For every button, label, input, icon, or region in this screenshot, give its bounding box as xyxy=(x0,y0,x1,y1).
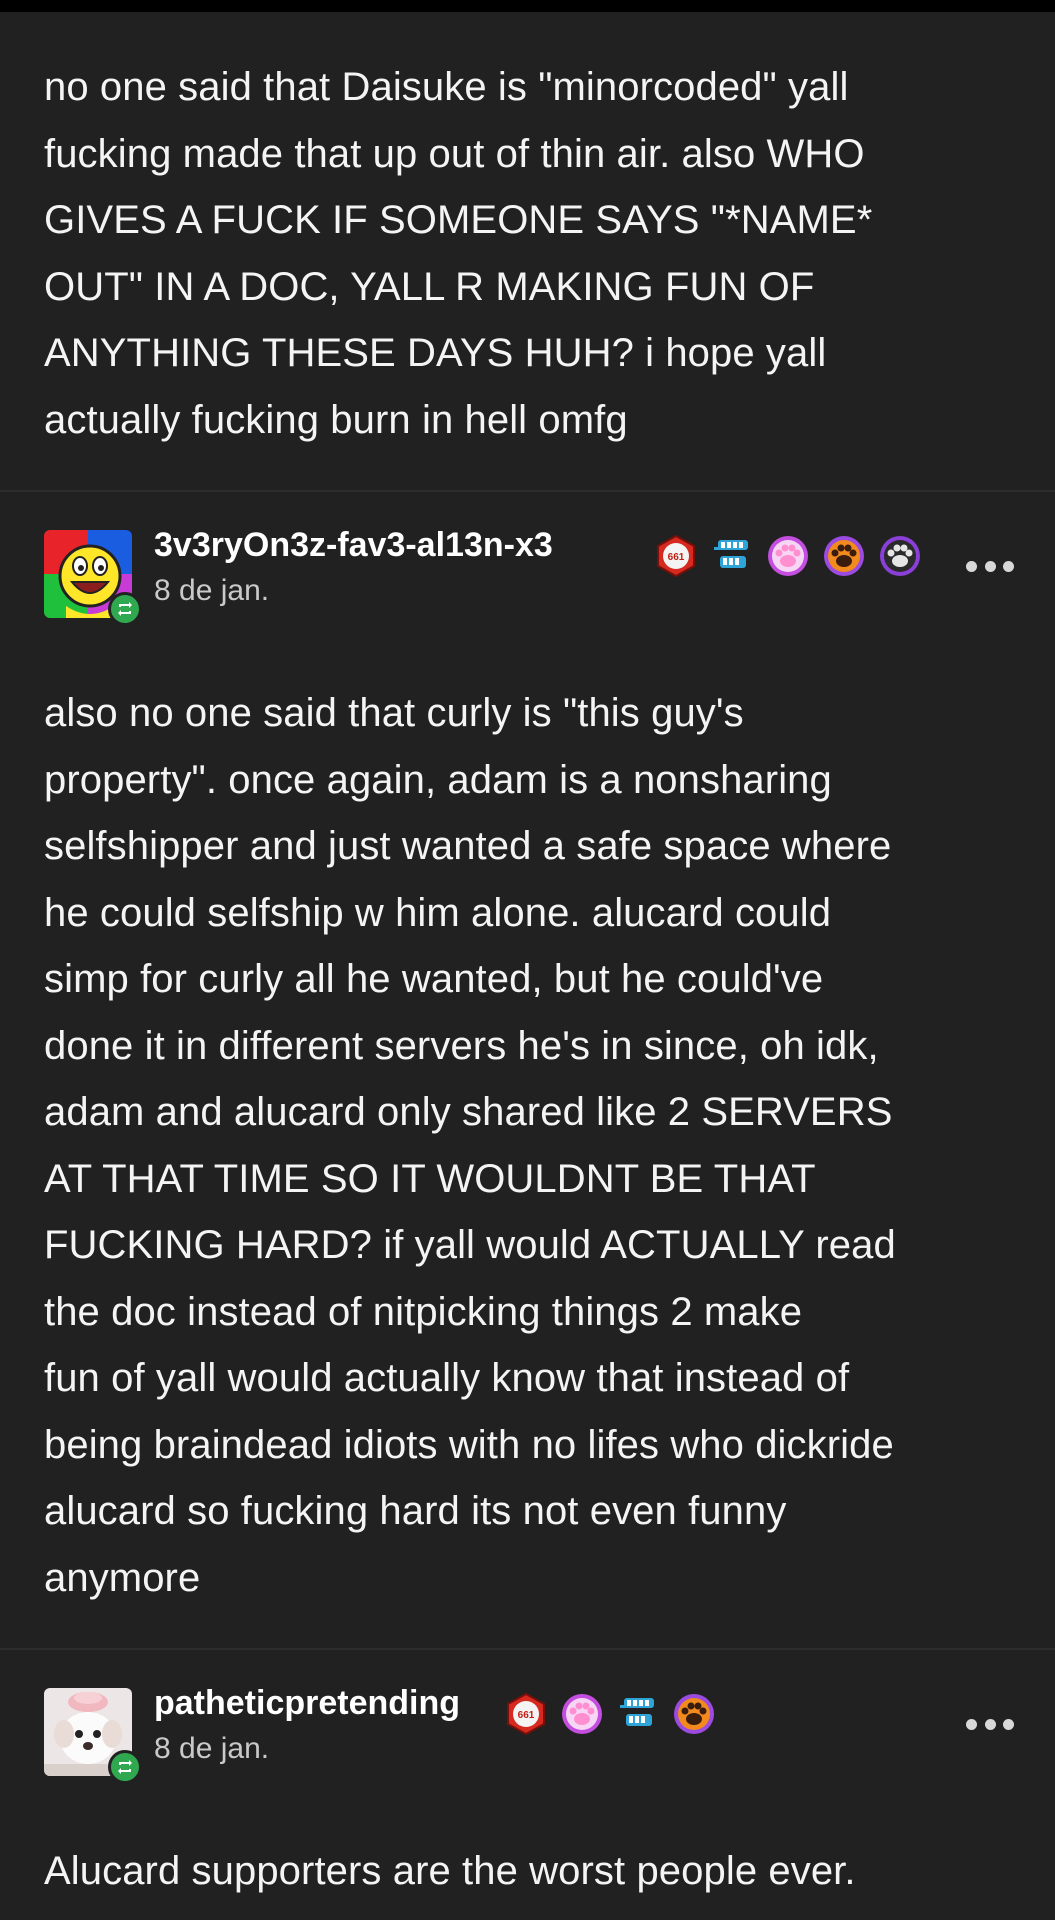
reblog-icon xyxy=(108,592,142,626)
post-date: 8 de jan. xyxy=(154,574,270,607)
badge-row: 661 xyxy=(504,1692,716,1736)
661-badge-icon[interactable]: 661 xyxy=(504,1692,548,1736)
pink-paw-badge-icon[interactable] xyxy=(560,1692,604,1736)
svg-text:661: 661 xyxy=(518,1710,535,1721)
avatar[interactable] xyxy=(44,530,142,626)
more-options-icon[interactable] xyxy=(966,558,1014,574)
post-divider xyxy=(0,1648,1055,1650)
orange-paw-badge-icon[interactable] xyxy=(672,1692,716,1736)
post-header: patheticpretending 661 8 de jan. xyxy=(44,1684,1014,1784)
orange-paw-badge-icon[interactable] xyxy=(822,534,866,578)
status-bar xyxy=(0,0,1055,12)
post-body-text: also no one said that curly is "this guy… xyxy=(44,691,896,1600)
teeth-badge-icon[interactable] xyxy=(710,534,754,578)
661-badge-icon[interactable]: 661 xyxy=(654,534,698,578)
username[interactable]: patheticpretending xyxy=(154,1684,460,1723)
post-header: 3v3ryOn3z-fav3-al13n-x3 661 8 de jan. xyxy=(44,526,1014,626)
post-body-text: Alucard supporters are the worst people … xyxy=(44,1849,856,1893)
svg-text:661: 661 xyxy=(668,552,685,563)
pink-paw-badge-icon[interactable] xyxy=(766,534,810,578)
reblog-icon xyxy=(108,1750,142,1784)
post-date: 8 de jan. xyxy=(154,1732,270,1765)
username[interactable]: 3v3ryOn3z-fav3-al13n-x3 xyxy=(154,526,553,565)
teeth-badge-icon[interactable] xyxy=(616,1692,660,1736)
badge-row: 661 xyxy=(654,534,922,578)
post-body-text: no one said that Daisuke is "minorcoded"… xyxy=(44,65,873,442)
more-options-icon[interactable] xyxy=(966,1716,1014,1732)
purple-paw-badge-icon[interactable] xyxy=(878,534,922,578)
avatar[interactable] xyxy=(44,1688,142,1784)
post-divider xyxy=(0,490,1055,492)
